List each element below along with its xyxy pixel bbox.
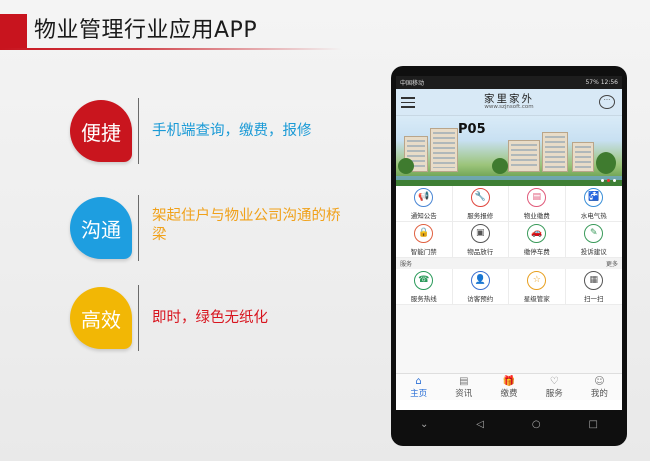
- feature-badge: 沟通: [70, 197, 132, 259]
- faucet-icon: 🚰: [584, 187, 604, 207]
- grid-item-release[interactable]: ▣ 物品放行: [452, 222, 509, 258]
- status-bar: 中国移动 57% 12:56: [396, 76, 622, 89]
- home-circle-icon[interactable]: ○: [532, 419, 541, 430]
- package-icon: ▣: [470, 223, 490, 243]
- services-section-header: 服务 更多: [396, 258, 622, 269]
- carrier-text: 中国移动: [400, 80, 425, 87]
- tab-label: 服务: [545, 388, 563, 399]
- empty-area: [396, 305, 622, 373]
- chevron-down-icon[interactable]: ⌄: [420, 419, 428, 430]
- service-item-hotline[interactable]: ☎ 服务热线: [396, 269, 453, 305]
- wrench-icon: 🔧: [470, 187, 490, 207]
- feature-text: 手机端查询，缴费，报修: [152, 123, 312, 139]
- banner-image[interactable]: P05: [396, 116, 622, 186]
- qr-icon: ▦: [584, 270, 604, 290]
- service-item-visitor[interactable]: 👤 访客预约: [452, 269, 509, 305]
- ground-strip: [396, 180, 622, 186]
- star-icon: ☆: [527, 270, 547, 290]
- android-nav-bar: ⌄ ◁ ○ □: [396, 412, 622, 436]
- service-item-label: 扫一扫: [584, 294, 604, 303]
- service-item-label: 星级管家: [523, 294, 550, 303]
- service-item-label: 服务热线: [410, 294, 437, 303]
- visitor-icon: 👤: [470, 270, 490, 290]
- tab-home[interactable]: ⌂ 主页: [396, 374, 441, 400]
- tab-label: 资讯: [455, 388, 473, 399]
- feature-divider: [138, 285, 139, 351]
- function-grid: 📢 通知公告 🔧 服务报修 ▤ 物业缴费 🚰 水电气热 🔒 智能门禁 ▣ 物品放…: [396, 186, 622, 258]
- chat-icon[interactable]: ···: [599, 95, 615, 109]
- phone-mockup: 中国移动 57% 12:56 家里家外 www.szjnsoft.com ···…: [391, 66, 627, 446]
- tree-shape: [596, 152, 616, 174]
- lock-icon: 🔒: [414, 223, 434, 243]
- building-shape: [430, 128, 458, 172]
- back-icon[interactable]: ◁: [476, 419, 484, 430]
- home-icon: ⌂: [415, 375, 422, 387]
- feature-text: 架起住户与物业公司沟通的桥梁: [152, 208, 341, 243]
- car-icon: 🚗: [527, 223, 547, 243]
- feature-divider: [138, 195, 139, 261]
- grid-item-notice[interactable]: 📢 通知公告: [396, 186, 453, 222]
- battery-time-text: 57% 12:56: [585, 79, 618, 86]
- tree-shape: [398, 158, 414, 174]
- header-underline: [0, 48, 342, 50]
- tab-service[interactable]: ♡ 服务: [532, 374, 577, 400]
- grid-item-repair[interactable]: 🔧 服务报修: [452, 186, 509, 222]
- service-item-scan[interactable]: ▦ 扫一扫: [565, 269, 622, 305]
- grid-item-complaint[interactable]: ✎ 投诉建议: [565, 222, 622, 258]
- gift-icon: 🎁: [502, 375, 516, 387]
- feature-badge: 高效: [70, 287, 132, 349]
- heart-icon: ♡: [549, 375, 559, 387]
- tab-payment[interactable]: 🎁 缴费: [486, 374, 531, 400]
- banner-label: P05: [458, 122, 486, 137]
- feature-badge: 便捷: [70, 100, 132, 162]
- news-icon: ▤: [459, 375, 469, 387]
- app-subtitle: www.szjnsoft.com: [484, 104, 534, 110]
- building-shape: [542, 132, 568, 172]
- tab-mine[interactable]: ☺ 我的: [577, 374, 622, 400]
- tab-news[interactable]: ▤ 资讯: [441, 374, 486, 400]
- grid-item-payment[interactable]: ▤ 物业缴费: [509, 186, 566, 222]
- grid-item-label: 水电气热: [580, 211, 607, 220]
- megaphone-icon: 📢: [414, 187, 434, 207]
- grid-item-label: 服务报修: [467, 211, 494, 220]
- grid-item-utilities[interactable]: 🚰 水电气热: [565, 186, 622, 222]
- grid-item-label: 物业缴费: [523, 211, 550, 220]
- page-title: 物业管理行业应用APP: [34, 18, 258, 43]
- phone-screen: 中国移动 57% 12:56 家里家外 www.szjnsoft.com ···…: [396, 76, 622, 410]
- grid-item-label: 物品放行: [467, 247, 494, 256]
- feature-text: 即时，绿色无纸化: [152, 310, 268, 326]
- service-grid: ☎ 服务热线 👤 访客预约 ☆ 星级管家 ▦ 扫一扫: [396, 269, 622, 305]
- user-icon: ☺: [594, 375, 605, 387]
- section-title: 服务: [400, 261, 413, 268]
- service-item-butler[interactable]: ☆ 星级管家: [509, 269, 566, 305]
- phone-icon: ☎: [414, 270, 434, 290]
- bottom-tab-bar: ⌂ 主页 ▤ 资讯 🎁 缴费 ♡ 服务 ☺ 我的: [396, 373, 622, 400]
- tab-label: 缴费: [500, 388, 518, 399]
- building-shape: [572, 142, 594, 172]
- feature-divider: [138, 98, 139, 164]
- tab-label: 主页: [410, 388, 428, 399]
- header-accent-bar: [0, 14, 27, 48]
- grid-item-label: 通知公告: [410, 211, 437, 220]
- grid-item-label: 缴停车费: [523, 247, 550, 256]
- more-link[interactable]: 更多: [606, 259, 618, 268]
- grid-item-parking[interactable]: 🚗 缴停车费: [509, 222, 566, 258]
- pencil-icon: ✎: [584, 223, 604, 243]
- grid-item-label: 智能门禁: [410, 247, 437, 256]
- bill-icon: ▤: [527, 187, 547, 207]
- grid-item-label: 投诉建议: [580, 247, 607, 256]
- app-header: 家里家外 www.szjnsoft.com ···: [396, 89, 622, 116]
- carousel-dots[interactable]: [601, 179, 616, 182]
- building-shape: [508, 140, 540, 172]
- recents-icon[interactable]: □: [589, 419, 598, 430]
- tab-label: 我的: [590, 388, 608, 399]
- tree-shape: [492, 158, 508, 174]
- service-item-label: 访客预约: [467, 294, 494, 303]
- grid-item-access[interactable]: 🔒 智能门禁: [396, 222, 453, 258]
